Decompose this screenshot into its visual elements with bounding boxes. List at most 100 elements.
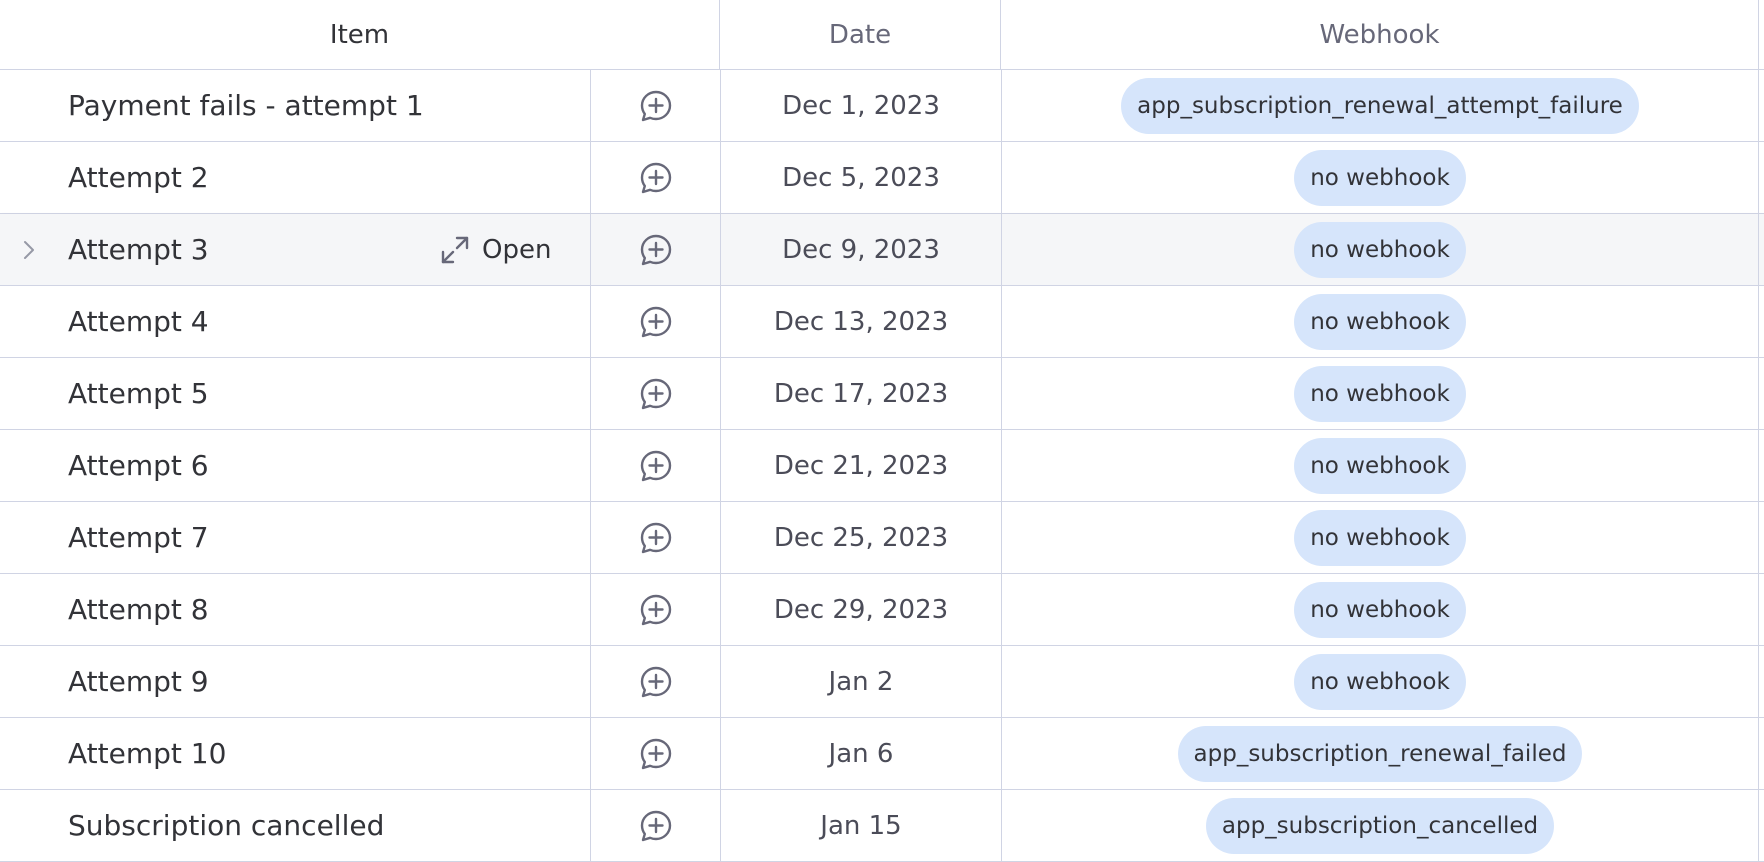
webhook-cell[interactable]: app_subscription_renewal_failed [1002, 718, 1759, 789]
table-row[interactable]: Attempt 10 Open Jan 6 app_subscription_r… [0, 718, 1764, 790]
webhook-label-pill[interactable]: no webhook [1294, 509, 1466, 566]
add-update-cell[interactable] [591, 430, 721, 501]
item-name-cell[interactable]: Attempt 5 Open [0, 358, 591, 429]
webhook-cell[interactable]: no webhook [1002, 574, 1759, 645]
webhook-label-pill[interactable]: no webhook [1294, 581, 1466, 638]
item-name-cell[interactable]: Attempt 10 Open [0, 718, 591, 789]
webhook-label-pill[interactable]: no webhook [1294, 221, 1466, 278]
open-item-label: Open [482, 234, 552, 265]
table-row[interactable]: Attempt 9 Open Jan 2 no webhook [0, 646, 1764, 718]
date-cell[interactable]: Dec 21, 2023 [721, 430, 1002, 501]
add-update-icon[interactable] [639, 377, 673, 411]
item-name[interactable]: Attempt 6 [68, 449, 209, 482]
item-name[interactable]: Attempt 10 [68, 737, 226, 770]
item-name[interactable]: Attempt 9 [68, 665, 209, 698]
webhook-label-pill[interactable]: no webhook [1294, 437, 1466, 494]
add-update-cell[interactable] [591, 646, 721, 717]
date-value: Dec 29, 2023 [773, 594, 949, 625]
item-name-cell[interactable]: Payment fails - attempt 1 Open [0, 70, 591, 141]
item-name[interactable]: Attempt 5 [68, 377, 209, 410]
date-cell[interactable]: Dec 17, 2023 [721, 358, 1002, 429]
table-row[interactable]: Attempt 2 Open Dec 5, 2023 no webhook [0, 142, 1764, 214]
item-name[interactable]: Attempt 8 [68, 593, 209, 626]
table-row[interactable]: Attempt 3 Open Dec 9, 2023 no webhook [0, 214, 1764, 286]
add-update-cell[interactable] [591, 502, 721, 573]
add-update-cell[interactable] [591, 358, 721, 429]
item-name-cell[interactable]: Attempt 2 Open [0, 142, 591, 213]
date-cell[interactable]: Dec 9, 2023 [721, 214, 1002, 285]
item-name-cell[interactable]: Attempt 7 Open [0, 502, 591, 573]
item-name-cell[interactable]: Attempt 8 Open [0, 574, 591, 645]
add-update-icon[interactable] [639, 89, 673, 123]
add-update-icon[interactable] [639, 161, 673, 195]
chevron-right-icon[interactable] [18, 239, 40, 261]
add-update-icon[interactable] [639, 593, 673, 627]
item-name-cell[interactable]: Subscription cancelled Open [0, 790, 591, 861]
date-value: Dec 21, 2023 [773, 450, 949, 481]
table-row[interactable]: Attempt 5 Open Dec 17, 2023 no webhook [0, 358, 1764, 430]
add-update-icon[interactable] [639, 305, 673, 339]
add-update-cell[interactable] [591, 214, 721, 285]
date-cell[interactable]: Jan 15 [721, 790, 1002, 861]
date-value: Jan 15 [820, 810, 902, 841]
add-update-cell[interactable] [591, 790, 721, 861]
table-row[interactable]: Attempt 6 Open Dec 21, 2023 no webhook [0, 430, 1764, 502]
item-name[interactable]: Subscription cancelled [68, 809, 384, 842]
item-name[interactable]: Payment fails - attempt 1 [68, 89, 424, 122]
table-row[interactable]: Attempt 7 Open Dec 25, 2023 no webhook [0, 502, 1764, 574]
item-name-cell[interactable]: Attempt 9 Open [0, 646, 591, 717]
item-name-cell[interactable]: Attempt 6 Open [0, 430, 591, 501]
column-header-item[interactable]: Item [0, 0, 720, 70]
item-name-cell[interactable]: Attempt 4 Open [0, 286, 591, 357]
column-header-webhook[interactable]: Webhook [1001, 0, 1759, 70]
item-name[interactable]: Attempt 2 [68, 161, 209, 194]
table-row[interactable]: Subscription cancelled Open Jan 15 app_s… [0, 790, 1764, 862]
table-header: Item Date Webhook [0, 0, 1764, 70]
add-update-cell[interactable] [591, 574, 721, 645]
add-update-icon[interactable] [639, 449, 673, 483]
item-name[interactable]: Attempt 7 [68, 521, 209, 554]
webhook-label-pill[interactable]: no webhook [1294, 149, 1466, 206]
add-update-icon[interactable] [639, 233, 673, 267]
add-update-icon[interactable] [639, 665, 673, 699]
webhook-cell[interactable]: no webhook [1002, 214, 1759, 285]
webhook-label-pill[interactable]: app_subscription_cancelled [1205, 797, 1555, 854]
webhook-cell[interactable]: no webhook [1002, 286, 1759, 357]
add-update-cell[interactable] [591, 142, 721, 213]
column-header-item-label: Item [329, 20, 390, 50]
webhook-label-pill[interactable]: no webhook [1294, 293, 1466, 350]
table-row[interactable]: Payment fails - attempt 1 Open Dec 1, 20… [0, 70, 1764, 142]
webhook-cell[interactable]: no webhook [1002, 646, 1759, 717]
add-update-cell[interactable] [591, 286, 721, 357]
date-value: Jan 6 [828, 738, 894, 769]
column-header-date[interactable]: Date [720, 0, 1001, 70]
webhook-label-pill[interactable]: app_subscription_renewal_failed [1177, 725, 1583, 782]
webhook-cell[interactable]: no webhook [1002, 430, 1759, 501]
date-cell[interactable]: Dec 5, 2023 [721, 142, 1002, 213]
webhook-label-pill[interactable]: app_subscription_renewal_attempt_failure [1121, 77, 1639, 134]
webhook-label-pill[interactable]: no webhook [1294, 653, 1466, 710]
add-update-icon[interactable] [639, 809, 673, 843]
add-update-cell[interactable] [591, 718, 721, 789]
table-row[interactable]: Attempt 8 Open Dec 29, 2023 no webhook [0, 574, 1764, 646]
date-cell[interactable]: Dec 25, 2023 [721, 502, 1002, 573]
table-row[interactable]: Attempt 4 Open Dec 13, 2023 no webhook [0, 286, 1764, 358]
webhook-cell[interactable]: app_subscription_cancelled [1002, 790, 1759, 861]
add-update-icon[interactable] [639, 737, 673, 771]
open-item-button[interactable]: Open [440, 235, 551, 265]
date-cell[interactable]: Dec 29, 2023 [721, 574, 1002, 645]
item-name-cell[interactable]: Attempt 3 Open [0, 214, 591, 285]
webhook-cell[interactable]: no webhook [1002, 358, 1759, 429]
item-name[interactable]: Attempt 3 [68, 233, 209, 266]
item-name[interactable]: Attempt 4 [68, 305, 209, 338]
add-update-cell[interactable] [591, 70, 721, 141]
webhook-cell[interactable]: app_subscription_renewal_attempt_failure [1002, 70, 1759, 141]
webhook-cell[interactable]: no webhook [1002, 502, 1759, 573]
date-cell[interactable]: Dec 13, 2023 [721, 286, 1002, 357]
webhook-label-pill[interactable]: no webhook [1294, 365, 1466, 422]
date-cell[interactable]: Jan 6 [721, 718, 1002, 789]
webhook-cell[interactable]: no webhook [1002, 142, 1759, 213]
date-cell[interactable]: Dec 1, 2023 [721, 70, 1002, 141]
date-cell[interactable]: Jan 2 [721, 646, 1002, 717]
add-update-icon[interactable] [639, 521, 673, 555]
